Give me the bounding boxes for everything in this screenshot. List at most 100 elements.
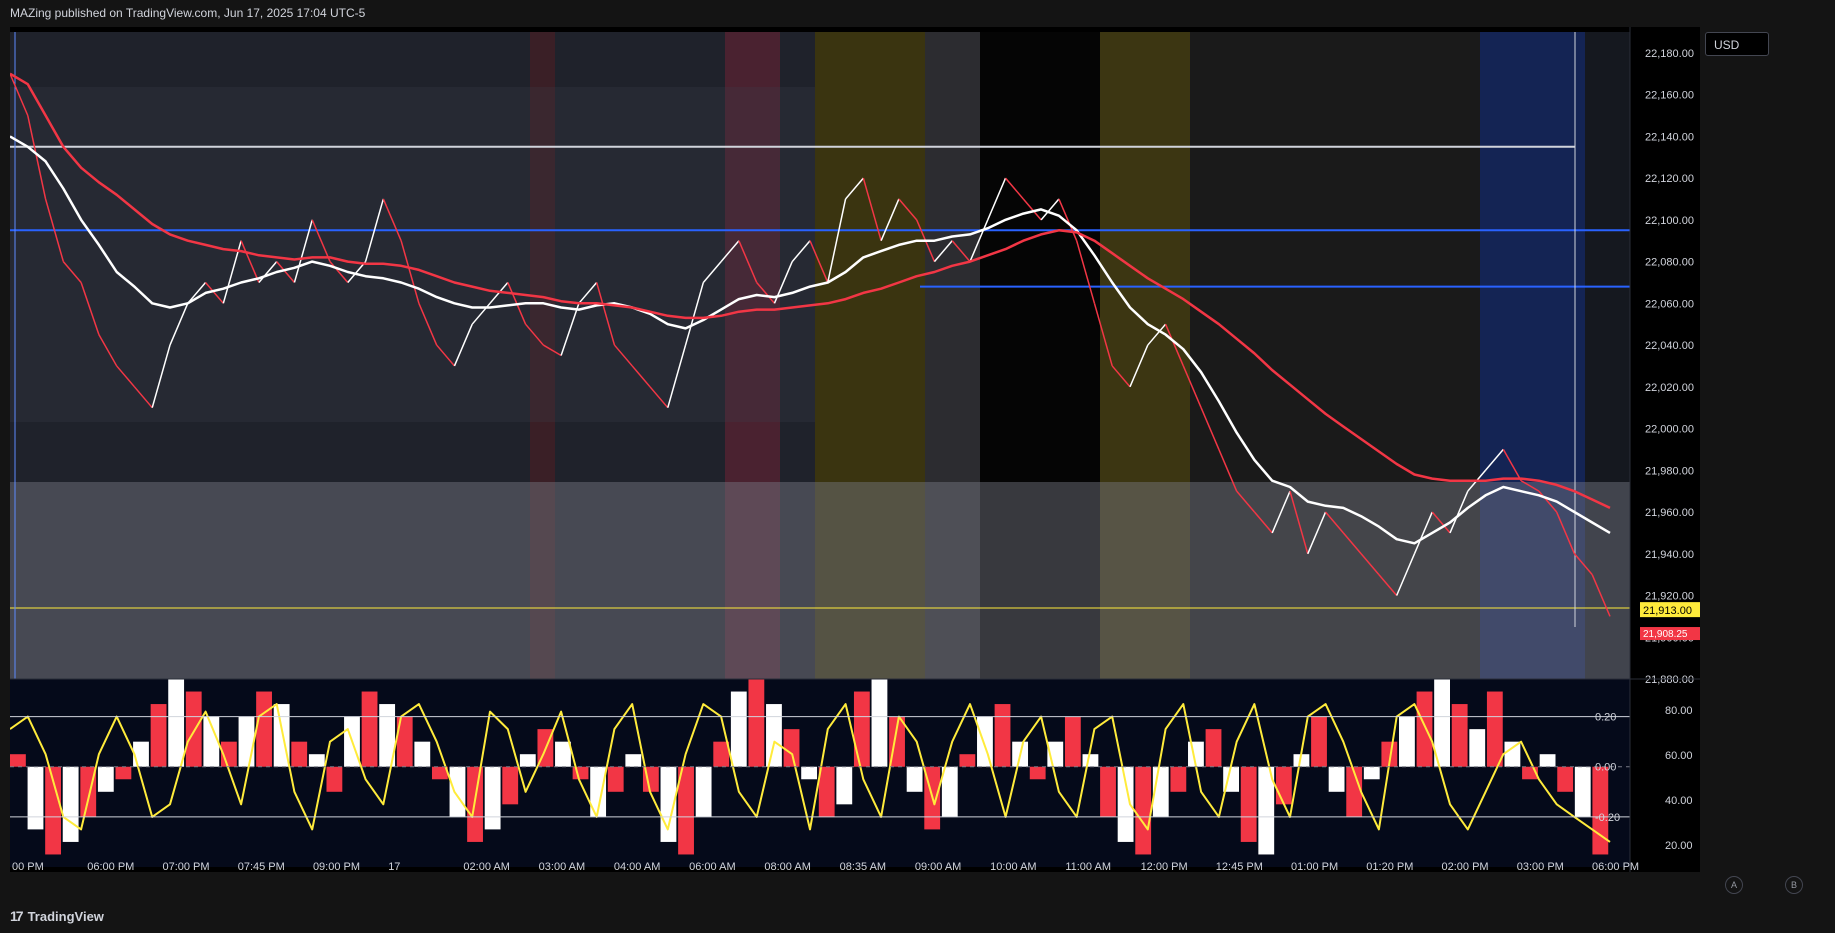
range-box: [10, 87, 815, 422]
oscillator-histogram-bar-3: [62, 766, 79, 842]
oscillator-histogram-bar-7: [133, 741, 149, 767]
chart-frame[interactable]: 22,180.00 22,160.00 22,140.00 22,120.00 22,1…: [10, 27, 1700, 872]
footer-brand: TradingView: [27, 908, 104, 924]
oscillator-histogram-bar-29: [519, 754, 536, 767]
price-tick-label-7: 22,040.00: [1645, 340, 1694, 352]
currency-button[interactable]: USD: [1705, 32, 1769, 56]
oscillator-histogram-bar-6: [115, 766, 132, 780]
price-tick-label-4: 22,100.00: [1645, 215, 1694, 227]
oscillator-histogram-bar-54: [959, 754, 976, 767]
tradingview-logo-icon: 17: [10, 908, 24, 924]
price-tick-label-6: 22,060.00: [1645, 298, 1694, 310]
time-tick-label-12: 09:00 AM: [915, 861, 961, 872]
oscillator-histogram-bar-55: [977, 716, 993, 767]
scale-mode-button[interactable]: B: [1785, 876, 1803, 894]
oscillator-right-tick-0: 80.00: [1665, 705, 1693, 717]
oscillator-histogram-bar-28: [502, 766, 519, 805]
oscillator-histogram-bar-62: [1100, 766, 1116, 817]
oscillator-histogram-bar-87: [1539, 754, 1556, 767]
oscillator-histogram-bar-23: [414, 741, 431, 767]
price-tick-label-0: 22,180.00: [1645, 48, 1694, 60]
oscillator-histogram-bar-88: [1557, 766, 1574, 792]
chart-canvas[interactable]: 22,180.00 22,160.00 22,140.00 22,120.00 22,1…: [10, 27, 1700, 872]
oscillator-histogram-bar-60: [1064, 716, 1081, 767]
price-tick-label-15: 21,880.00: [1645, 674, 1694, 686]
oscillator-histogram-bar-47: [836, 766, 853, 805]
oscillator-histogram-bar-66: [1170, 766, 1187, 792]
oscillator-histogram-bar-68: [1205, 729, 1222, 767]
oscillator-histogram-bar-20: [361, 691, 378, 767]
oscillator-histogram-bar-25: [449, 766, 466, 817]
oscillator-histogram-bar-53: [941, 766, 958, 817]
previous-price-label: 21,908.25: [1643, 629, 1688, 640]
oscillator-histogram-bar-83: [1469, 729, 1486, 767]
oscillator-histogram-bar-9: [168, 679, 185, 767]
oscillator-left-tick-1: 0.00: [1595, 762, 1616, 774]
oscillator-histogram-bar-58: [1029, 766, 1046, 780]
oscillator-histogram-bar-34: [607, 766, 624, 792]
time-tick-label-10: 08:00 AM: [764, 861, 810, 872]
oscillator-histogram-bar-10: [185, 691, 202, 767]
oscillator-histogram-bar-82: [1451, 704, 1468, 767]
time-tick-label-18: 01:20 PM: [1366, 861, 1413, 872]
oscillator-histogram-bar-49: [871, 679, 888, 767]
oscillator-histogram-bar-17: [308, 754, 325, 767]
price-tick-label-11: 21,960.00: [1645, 507, 1694, 519]
chart-header: MAZing published on TradingView.com, Jun…: [10, 6, 366, 20]
oscillator-histogram-bar-8: [150, 704, 167, 767]
oscillator-histogram-bar-74: [1311, 716, 1327, 767]
oscillator-histogram-bar-0: [10, 754, 26, 767]
oscillator-histogram-bar-79: [1399, 716, 1415, 767]
oscillator-histogram-bar-77: [1363, 766, 1380, 780]
oscillator-histogram-bar-44: [783, 729, 800, 767]
oscillator-histogram-bar-35: [625, 754, 642, 767]
price-tick-label-8: 22,020.00: [1645, 382, 1694, 394]
time-tick-label-2: 07:00 PM: [162, 861, 209, 872]
price-tick-label-5: 22,080.00: [1645, 257, 1694, 269]
time-tick-label-11: 08:35 AM: [840, 861, 886, 872]
time-tick-label-9: 06:00 AM: [689, 861, 735, 872]
time-tick-label-7: 03:00 AM: [539, 861, 585, 872]
oscillator-histogram-bar-41: [730, 691, 747, 767]
oscillator-left-tick-2: -0.20: [1595, 812, 1620, 824]
price-tick-label-12: 21,940.00: [1645, 549, 1694, 561]
time-tick-label-16: 12:45 PM: [1216, 861, 1263, 872]
oscillator-histogram-bar-43: [766, 704, 782, 767]
time-tick-label-4: 09:00 PM: [313, 861, 360, 872]
oscillator-right-tick-3: 20.00: [1665, 840, 1693, 852]
oscillator-histogram-bar-48: [853, 691, 870, 767]
price-tick-label-9: 22,000.00: [1645, 424, 1694, 436]
oscillator-histogram-bar-32: [572, 766, 589, 780]
price-tick-label-3: 22,120.00: [1645, 173, 1694, 185]
price-tick-label-2: 22,140.00: [1645, 131, 1694, 143]
oscillator-right-tick-2: 40.00: [1665, 795, 1693, 807]
oscillator-left-tick-0: 0.20: [1595, 712, 1616, 724]
time-tick-label-14: 11:00 AM: [1065, 861, 1111, 872]
oscillator-histogram-bar-45: [801, 766, 818, 780]
oscillator-histogram-bar-64: [1135, 766, 1152, 855]
oscillator-histogram-bar-84: [1486, 691, 1503, 767]
oscillator-histogram-bar-27: [484, 766, 501, 830]
time-tick-label-17: 01:00 PM: [1291, 861, 1338, 872]
oscillator-histogram-bar-1: [27, 766, 44, 830]
oscillator-histogram-bar-75: [1328, 766, 1345, 792]
time-tick-label-20: 03:00 PM: [1517, 861, 1564, 872]
oscillator-right-tick-1: 60.00: [1665, 750, 1693, 762]
time-tick-label-3: 07:45 PM: [238, 861, 285, 872]
last-price-label: 21,913.00: [1643, 605, 1692, 617]
time-tick-label-15: 12:00 PM: [1141, 861, 1188, 872]
oscillator-histogram-bar-31: [555, 741, 571, 767]
value-area-zone: [10, 482, 1630, 679]
oscillator-histogram-bar-46: [818, 766, 835, 817]
oscillator-histogram-bar-16: [291, 741, 308, 767]
oscillator-histogram-bar-39: [695, 766, 712, 817]
price-tick-label-10: 21,980.00: [1645, 465, 1694, 477]
oscillator-histogram-bar-72: [1275, 766, 1292, 805]
oscillator-histogram-bar-89: [1574, 766, 1591, 817]
price-tick-label-1: 22,160.00: [1645, 90, 1694, 102]
auto-scale-button[interactable]: A: [1725, 876, 1743, 894]
time-tick-label-6: 02:00 AM: [463, 861, 509, 872]
oscillator-histogram-bar-14: [256, 691, 272, 767]
oscillator-histogram-bar-70: [1240, 766, 1257, 842]
time-tick-label-1: 06:00 PM: [87, 861, 134, 872]
